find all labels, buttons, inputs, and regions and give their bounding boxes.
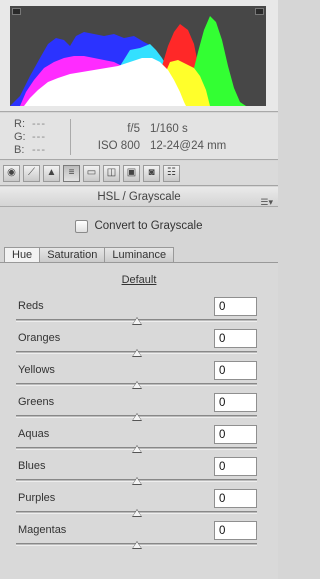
aperture: f/5 — [127, 122, 140, 135]
highlight-clipping-toggle[interactable] — [255, 8, 264, 15]
slider-value-input[interactable]: 0 — [214, 457, 257, 476]
detail-icon[interactable]: ▲ — [43, 164, 60, 182]
rgb-readout: R: --- G: --- B: --- — [14, 117, 66, 156]
panel-menu-icon[interactable]: ☰▾ — [260, 192, 273, 212]
lens-corrections-icon[interactable]: ◫ — [103, 164, 120, 182]
slider-oranges: Oranges 0 — [0, 329, 278, 361]
panel-tabs-toolbar: ◉ ⟋ ▲ ≡ ▭ ◫ ▣ ◙ ☷ — [0, 161, 278, 186]
slider-thumb[interactable] — [131, 349, 142, 357]
shutter-speed: 1/160 s — [150, 122, 188, 135]
histogram-area — [0, 0, 278, 112]
rgb-row-g: G: --- — [14, 130, 66, 143]
rgb-channel-label: R: — [14, 117, 25, 130]
slider-blues: Blues 0 — [0, 457, 278, 489]
slider-value-input[interactable]: 0 — [214, 425, 257, 444]
rgb-value: --- — [32, 130, 46, 143]
default-button[interactable]: Default — [0, 274, 278, 286]
slider-thumb[interactable] — [131, 445, 142, 453]
tab-hue[interactable]: Hue — [4, 247, 41, 263]
lens-focal-length: 12-24@24 mm — [150, 139, 227, 152]
presets-icon[interactable]: ☷ — [163, 164, 180, 182]
slider-label: Oranges — [18, 332, 61, 344]
slider-thumb[interactable] — [131, 477, 142, 485]
tab-divider — [0, 262, 278, 263]
slider-label: Magentas — [18, 524, 67, 536]
slider-value-input[interactable]: 0 — [214, 521, 257, 540]
rgb-row-b: B: --- — [14, 143, 66, 156]
slider-value-input[interactable]: 0 — [214, 329, 257, 348]
shadow-clipping-toggle[interactable] — [12, 8, 21, 15]
panel-title: HSL / Grayscale — [97, 191, 181, 203]
slider-label: Reds — [18, 300, 44, 312]
split-toning-icon[interactable]: ▭ — [83, 164, 100, 182]
hsl-tabs: Hue Saturation Luminance — [4, 247, 175, 263]
rgb-value: --- — [32, 117, 46, 130]
slider-reds: Reds 0 — [0, 297, 278, 329]
slider-greens: Greens 0 — [0, 393, 278, 425]
basic-icon[interactable]: ◉ — [3, 164, 20, 182]
slider-aquas: Aquas 0 — [0, 425, 278, 457]
tab-luminance[interactable]: Luminance — [104, 247, 175, 263]
tone-curve-icon[interactable]: ⟋ — [23, 164, 40, 182]
slider-thumb[interactable] — [131, 509, 142, 517]
slider-thumb[interactable] — [131, 541, 142, 549]
slider-yellows: Yellows 0 — [0, 361, 278, 393]
slider-value-input[interactable]: 0 — [214, 393, 257, 412]
slider-value-input[interactable]: 0 — [214, 489, 257, 508]
slider-thumb[interactable] — [131, 413, 142, 421]
iso: ISO 800 — [97, 139, 140, 152]
rgb-row-r: R: --- — [14, 117, 66, 130]
tab-saturation[interactable]: Saturation — [39, 247, 106, 263]
slider-label: Yellows — [18, 364, 55, 376]
grayscale-checkbox[interactable] — [75, 219, 89, 233]
exif-readout: f/5 1/160 s ISO 800 12-24@24 mm — [84, 120, 264, 154]
slider-label: Blues — [18, 460, 46, 472]
slider-magentas: Magentas 0 — [0, 521, 278, 553]
rgb-value: --- — [32, 143, 46, 156]
rgb-channel-label: G: — [14, 130, 26, 143]
rgb-channel-label: B: — [14, 143, 25, 156]
histogram — [10, 6, 266, 106]
slider-value-input[interactable]: 0 — [214, 297, 257, 316]
info-panel: R: --- G: --- B: --- f/5 1/160 s ISO 800 12-2… — [0, 113, 278, 160]
slider-thumb[interactable] — [131, 381, 142, 389]
slider-label: Aquas — [18, 428, 50, 440]
panel-header: HSL / Grayscale ☰▾ — [0, 187, 278, 207]
convert-to-grayscale-row[interactable]: Convert to Grayscale — [0, 216, 278, 236]
effects-icon[interactable]: ▣ — [123, 164, 140, 182]
slider-purples: Purples 0 — [0, 489, 278, 521]
histogram-graph — [10, 16, 246, 106]
slider-label: Purples — [18, 492, 56, 504]
hsl-icon[interactable]: ≡ — [63, 164, 80, 182]
info-divider — [70, 119, 71, 155]
convert-to-grayscale-label: Convert to Grayscale — [94, 220, 203, 232]
slider-value-input[interactable]: 0 — [214, 361, 257, 380]
camera-calibration-icon[interactable]: ◙ — [143, 164, 160, 182]
slider-label: Greens — [18, 396, 55, 408]
slider-thumb[interactable] — [131, 317, 142, 325]
